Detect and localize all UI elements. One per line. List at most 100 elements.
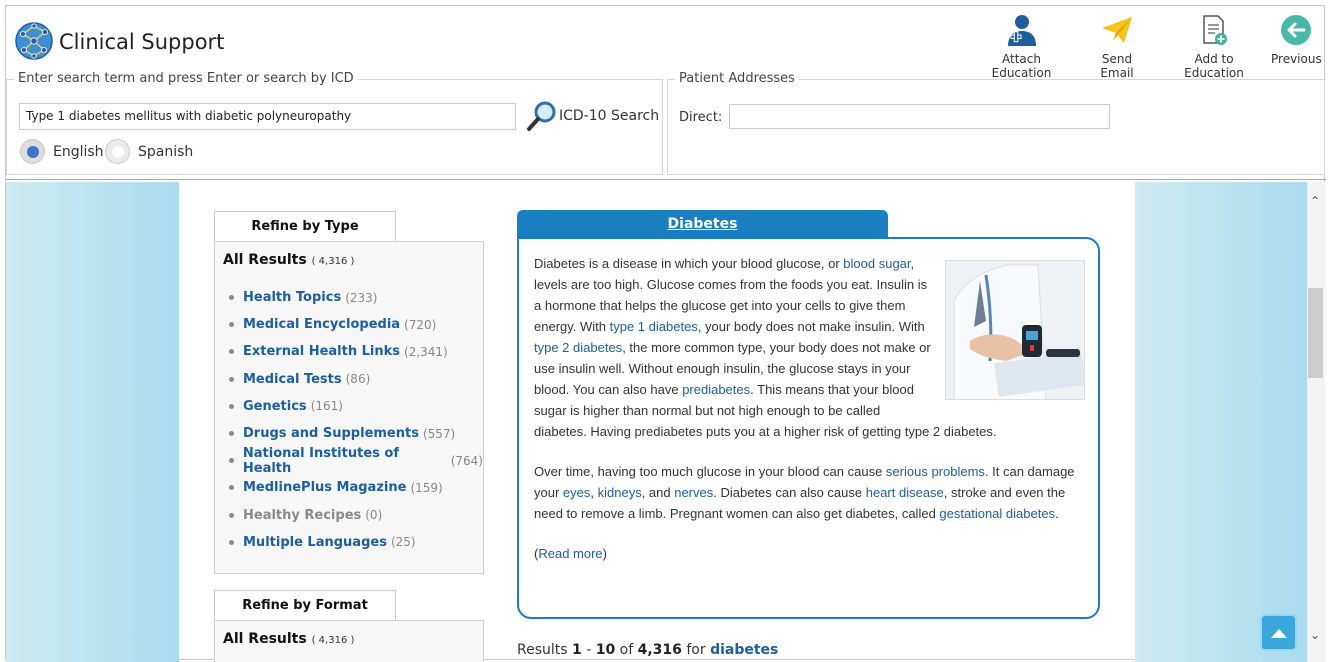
- category-name[interactable]: Health Topics: [243, 290, 341, 305]
- all-results-count: ( 4,316 ): [311, 256, 355, 267]
- topic-text: ,: [590, 485, 598, 500]
- direct-address-input[interactable]: [729, 104, 1110, 129]
- results-for: for: [681, 642, 711, 658]
- scroll-down-icon[interactable]: ⌄: [1310, 628, 1320, 642]
- header-divider: [6, 179, 1326, 180]
- send-email-label: Send Email: [1100, 52, 1134, 80]
- category-name[interactable]: MedlinePlus Magazine: [243, 480, 406, 495]
- topic-text: , and: [641, 485, 675, 500]
- vertical-scrollbar[interactable]: ⌃ ⌄: [1307, 182, 1325, 662]
- left-gutter: [6, 182, 179, 662]
- attach-education-label: Attach Education: [991, 52, 1052, 80]
- radio-selected-icon: [20, 139, 45, 164]
- category-item[interactable]: Medical Encyclopedia (720): [229, 311, 483, 338]
- category-name[interactable]: Drugs and Supplements: [243, 426, 419, 441]
- category-count: (233): [345, 290, 378, 305]
- read-more-link[interactable]: Read more: [538, 546, 602, 561]
- refine-by-type-tab[interactable]: Refine by Type: [214, 211, 396, 242]
- topic-inline-link[interactable]: prediabetes: [682, 382, 750, 397]
- category-count: (25): [390, 535, 416, 550]
- category-item[interactable]: Multiple Languages (25): [229, 529, 483, 556]
- search-input[interactable]: Type 1 diabetes mellitus with diabetic p…: [19, 103, 516, 130]
- topic-inline-link[interactable]: type 2 diabetes: [534, 340, 622, 355]
- bullet-icon: [229, 485, 234, 491]
- refine-by-type-panel: All Results ( 4,316 ) Health Topics (233)…: [214, 241, 484, 574]
- topic-card: Diabetes is a disease in which your bloo…: [517, 237, 1100, 619]
- format-all-results-link[interactable]: All Results ( 4,316 ): [223, 631, 354, 647]
- icd-10-search-button[interactable]: ICD-10 Search: [525, 99, 659, 133]
- send-email-button[interactable]: Send Email: [1086, 14, 1148, 80]
- topic-inline-link[interactable]: kidneys: [598, 485, 642, 500]
- topic-inline-link[interactable]: heart disease: [866, 485, 944, 500]
- category-count: (159): [410, 480, 443, 495]
- topic-inline-link[interactable]: serious problems: [886, 464, 985, 479]
- results-prefix: Results: [517, 642, 573, 658]
- topic-inline-link[interactable]: gestational diabetes: [939, 506, 1055, 521]
- doctor-icon: [1007, 15, 1036, 46]
- results-of: of: [615, 642, 638, 658]
- spanish-label: Spanish: [138, 143, 194, 160]
- scroll-to-top-button[interactable]: [1260, 614, 1297, 651]
- topic-inline-link[interactable]: blood sugar: [843, 256, 910, 271]
- topic-inline-link[interactable]: nerves: [674, 485, 713, 500]
- scrollbar-thumb[interactable]: [1308, 288, 1323, 378]
- results-query: diabetes: [710, 642, 779, 658]
- doctor-glucose-meter-image: [945, 260, 1085, 400]
- results-summary: Results 1 - 10 of 4,316 for diabetes: [517, 642, 778, 658]
- previous-button[interactable]: Previous: [1271, 14, 1322, 66]
- results-dash: -: [581, 642, 596, 658]
- format-all-results-label: All Results: [223, 631, 307, 647]
- category-item[interactable]: External Health Links (2,341): [229, 338, 483, 365]
- category-name[interactable]: External Health Links: [243, 344, 400, 359]
- attach-education-button[interactable]: Attach Education: [975, 14, 1068, 80]
- topic-summary: Diabetes is a disease in which your bloo…: [534, 253, 1089, 583]
- scroll-up-icon[interactable]: ⌃: [1310, 194, 1320, 208]
- category-item[interactable]: National Institutes of Health (764): [229, 446, 483, 476]
- category-name[interactable]: Medical Encyclopedia: [243, 317, 400, 332]
- language-radio-spanish[interactable]: Spanish: [105, 139, 193, 164]
- topic-inline-link[interactable]: eyes: [563, 485, 590, 500]
- all-results-label: All Results: [223, 252, 307, 268]
- results-total: 4,316: [637, 642, 682, 658]
- category-name: Healthy Recipes: [243, 507, 362, 523]
- category-name[interactable]: National Institutes of Health: [243, 446, 447, 476]
- topic-title-link[interactable]: Diabetes: [517, 210, 888, 238]
- right-gutter: [1135, 182, 1307, 662]
- english-label: English: [53, 143, 104, 160]
- document-add-icon: [1203, 15, 1227, 45]
- bullet-icon: [229, 376, 234, 382]
- language-radio-english[interactable]: English: [20, 139, 104, 164]
- direct-label: Direct:: [679, 110, 723, 125]
- category-name[interactable]: Multiple Languages: [243, 535, 387, 550]
- category-item[interactable]: Medical Tests (86): [229, 366, 483, 393]
- results-to: 10: [595, 642, 616, 658]
- category-item[interactable]: Healthy Recipes (0): [229, 502, 483, 529]
- radio-unselected-icon: [105, 139, 130, 164]
- topic-text: Over time, having too much glucose in yo…: [534, 464, 886, 479]
- patient-addresses-legend: Patient Addresses: [675, 71, 799, 86]
- category-count: (764): [450, 453, 483, 468]
- category-count: (2,341): [404, 344, 448, 359]
- category-item[interactable]: Genetics (161): [229, 393, 483, 420]
- results-from: 1: [572, 642, 582, 658]
- refine-by-format-tab[interactable]: Refine by Format: [214, 590, 396, 621]
- bullet-icon: [229, 431, 234, 437]
- bullet-icon: [229, 349, 234, 355]
- category-item[interactable]: Drugs and Supplements (557): [229, 420, 483, 447]
- all-results-link[interactable]: All Results ( 4,316 ): [223, 252, 354, 268]
- caret-up-icon: [1270, 628, 1287, 638]
- add-to-education-button[interactable]: Add to Education: [1166, 14, 1262, 80]
- topic-text: , your body does not make insulin. With: [697, 319, 925, 334]
- category-item[interactable]: MedlinePlus Magazine (159): [229, 474, 483, 501]
- category-list: Health Topics (233) Medical Encyclopedia (7…: [229, 284, 483, 556]
- format-all-results-count: ( 4,316 ): [311, 635, 355, 646]
- category-name[interactable]: Genetics: [243, 399, 307, 414]
- category-name[interactable]: Medical Tests: [243, 372, 342, 387]
- category-count: (0): [365, 508, 383, 523]
- app-frame: Clinical Support Attach Education Send E…: [5, 5, 1326, 662]
- add-to-education-label: Add to Education: [1184, 52, 1244, 80]
- category-item[interactable]: Health Topics (233): [229, 284, 483, 311]
- topic-inline-link[interactable]: type 1 diabetes: [610, 319, 698, 334]
- category-count: (720): [404, 317, 437, 332]
- refine-by-format-panel: All Results ( 4,316 ): [214, 620, 484, 662]
